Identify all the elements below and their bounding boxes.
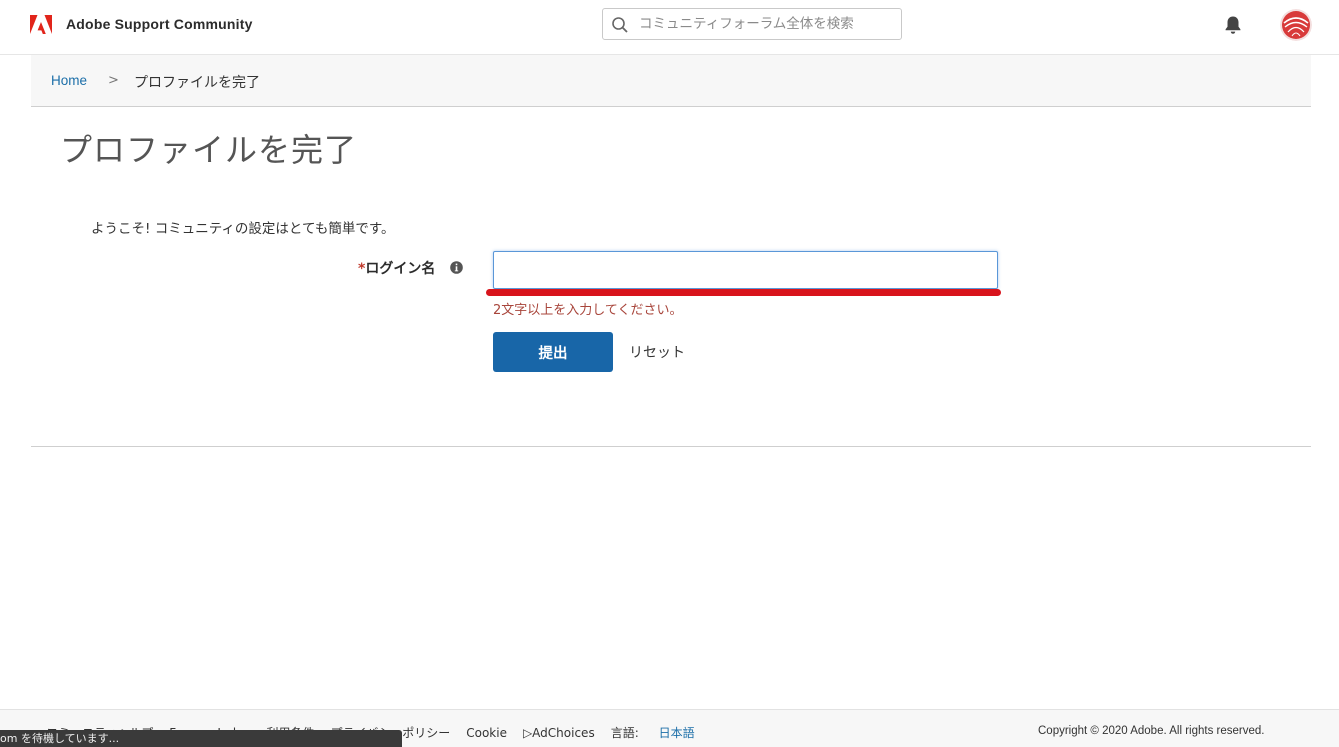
footer-link-cookie[interactable]: Cookie: [466, 726, 507, 740]
search-box[interactable]: [602, 8, 902, 40]
footer-language-value[interactable]: 日本語: [659, 726, 695, 740]
annotation-underline: [486, 289, 1001, 296]
error-message: 2文字以上を入力してください。: [493, 303, 683, 318]
welcome-message: ようこそ! コミュニティの設定はとても簡単です。: [91, 221, 395, 237]
avatar[interactable]: [1280, 9, 1312, 41]
brand-name[interactable]: Adobe Support Community: [66, 16, 253, 32]
footer-copyright: Copyright © 2020 Adobe. All rights reser…: [1038, 725, 1265, 737]
browser-status-bar: om を待機しています...: [0, 730, 402, 747]
section-divider: [31, 446, 1311, 447]
footer-link-adchoices[interactable]: ▷AdChoices: [523, 726, 595, 740]
login-name-label-text: ログイン名: [365, 261, 436, 277]
login-name-input[interactable]: [493, 251, 998, 289]
search-input[interactable]: [637, 10, 897, 38]
breadcrumb-separator: >: [108, 73, 119, 88]
adobe-logo-icon[interactable]: [30, 15, 52, 34]
footer-language[interactable]: 言語: 日本語: [611, 726, 711, 740]
search-icon[interactable]: [611, 16, 629, 34]
submit-button[interactable]: 提出: [493, 332, 613, 372]
breadcrumb: Home > プロファイルを完了: [31, 55, 1311, 107]
info-icon[interactable]: [450, 261, 463, 274]
footer-language-label: 言語:: [610, 726, 643, 740]
breadcrumb-current: プロファイルを完了: [134, 75, 260, 91]
reset-link[interactable]: リセット: [629, 342, 685, 362]
login-name-label: *ログイン名: [358, 258, 435, 278]
breadcrumb-home-link[interactable]: Home: [51, 73, 87, 88]
page-title: プロファイルを完了: [60, 131, 358, 169]
top-header: Adobe Support Community: [0, 0, 1339, 55]
notification-bell-icon[interactable]: [1224, 15, 1242, 35]
